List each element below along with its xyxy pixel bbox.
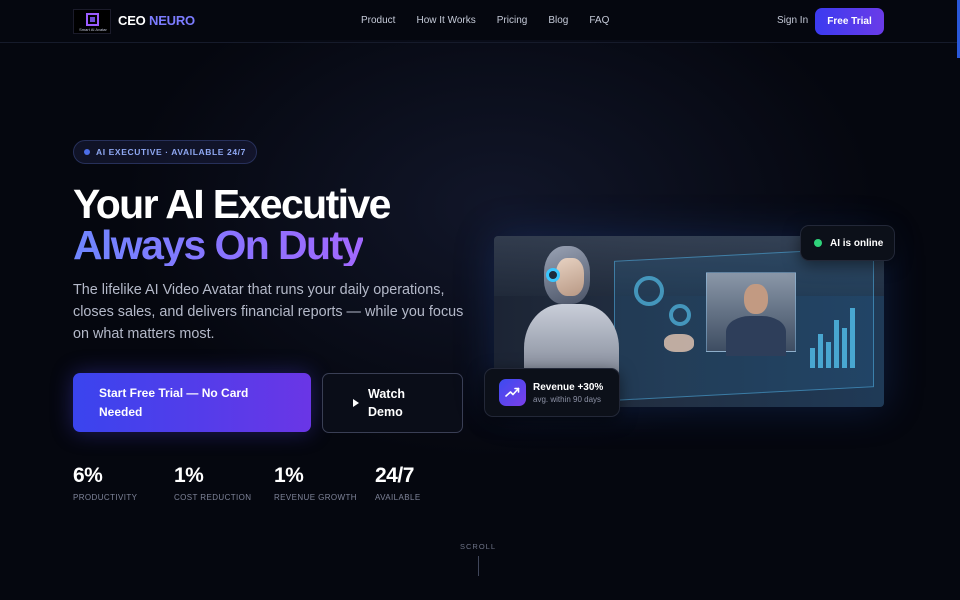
logo-tagline: Smart AI Avatar <box>79 27 107 32</box>
presenter-body <box>726 316 786 356</box>
stat-cost-reduction: 1% COST REDUCTION <box>174 464 251 502</box>
scroll-indicator-line <box>478 556 479 576</box>
brand-name-part2: NEURO <box>149 13 195 28</box>
nav-link-blog[interactable]: Blog <box>548 15 568 26</box>
presenter-figure <box>744 284 768 314</box>
hero-title-line2: Always On Duty <box>73 222 364 268</box>
stat-label: AVAILABLE <box>375 493 421 502</box>
hero-subtitle: The lifelike AI Video Avatar that runs y… <box>73 282 464 342</box>
stat-productivity: 6% PRODUCTIVITY <box>73 464 137 502</box>
free-trial-button[interactable]: Free Trial <box>815 8 884 35</box>
start-free-trial-button[interactable]: Start Free Trial — No Card Needed <box>73 373 311 432</box>
stat-value: 1% <box>174 464 204 487</box>
logo-mark-icon <box>86 13 99 26</box>
brand-name-part1: CEO <box>118 13 146 28</box>
stat-value: 6% <box>73 464 103 487</box>
trending-up-icon <box>499 379 526 406</box>
hero-badge-text: AI EXECUTIVE · AVAILABLE 24/7 <box>96 147 246 157</box>
nav-links: Product How It Works Pricing Blog FAQ <box>361 15 630 26</box>
revenue-card: Revenue +30% avg. within 90 days <box>484 368 620 417</box>
stat-label: PRODUCTIVITY <box>73 493 138 502</box>
play-icon <box>353 399 359 407</box>
nav-link-pricing[interactable]: Pricing <box>497 15 528 26</box>
stat-available: 24/7 AVAILABLE <box>375 464 421 502</box>
revenue-title: Revenue +30% <box>533 382 604 393</box>
revenue-subtitle: avg. within 90 days <box>533 395 602 404</box>
online-dot-icon <box>814 239 822 247</box>
nav-link-faq[interactable]: FAQ <box>589 15 609 26</box>
nav-link-how-it-works[interactable]: How It Works <box>416 15 475 26</box>
sign-in-link[interactable]: Sign In <box>777 15 808 26</box>
ai-status-card: AI is online <box>800 225 895 261</box>
top-navigation: Smart AI Avatar CEO NEURO Product How It… <box>0 0 960 43</box>
ai-avatar-hand <box>664 334 694 352</box>
ai-status-text: AI is online <box>830 237 884 249</box>
ai-avatar-ear-light <box>546 268 560 282</box>
logo[interactable]: Smart AI Avatar <box>73 9 111 34</box>
watch-demo-button[interactable]: Watch Demo <box>322 373 463 433</box>
brand-name[interactable]: CEO NEURO <box>118 13 195 28</box>
nav-link-product[interactable]: Product <box>361 15 395 26</box>
badge-dot-icon <box>84 149 90 155</box>
stat-label: COST REDUCTION <box>174 493 252 502</box>
scroll-indicator-label: SCROLL <box>460 542 497 551</box>
stat-label: REVENUE GROWTH <box>274 493 357 502</box>
stat-revenue-growth: 1% REVENUE GROWTH <box>274 464 357 502</box>
ai-avatar-face <box>556 258 584 296</box>
hologram-bar-chart <box>810 298 866 368</box>
watch-demo-label: Watch Demo <box>368 386 406 420</box>
stat-value: 1% <box>274 464 304 487</box>
hologram-ring <box>634 276 664 306</box>
hologram-ring <box>669 304 691 326</box>
hero-title-line1: Your AI Executive <box>73 181 391 227</box>
hero-badge: AI EXECUTIVE · AVAILABLE 24/7 <box>73 140 257 164</box>
stat-value: 24/7 <box>375 464 414 487</box>
